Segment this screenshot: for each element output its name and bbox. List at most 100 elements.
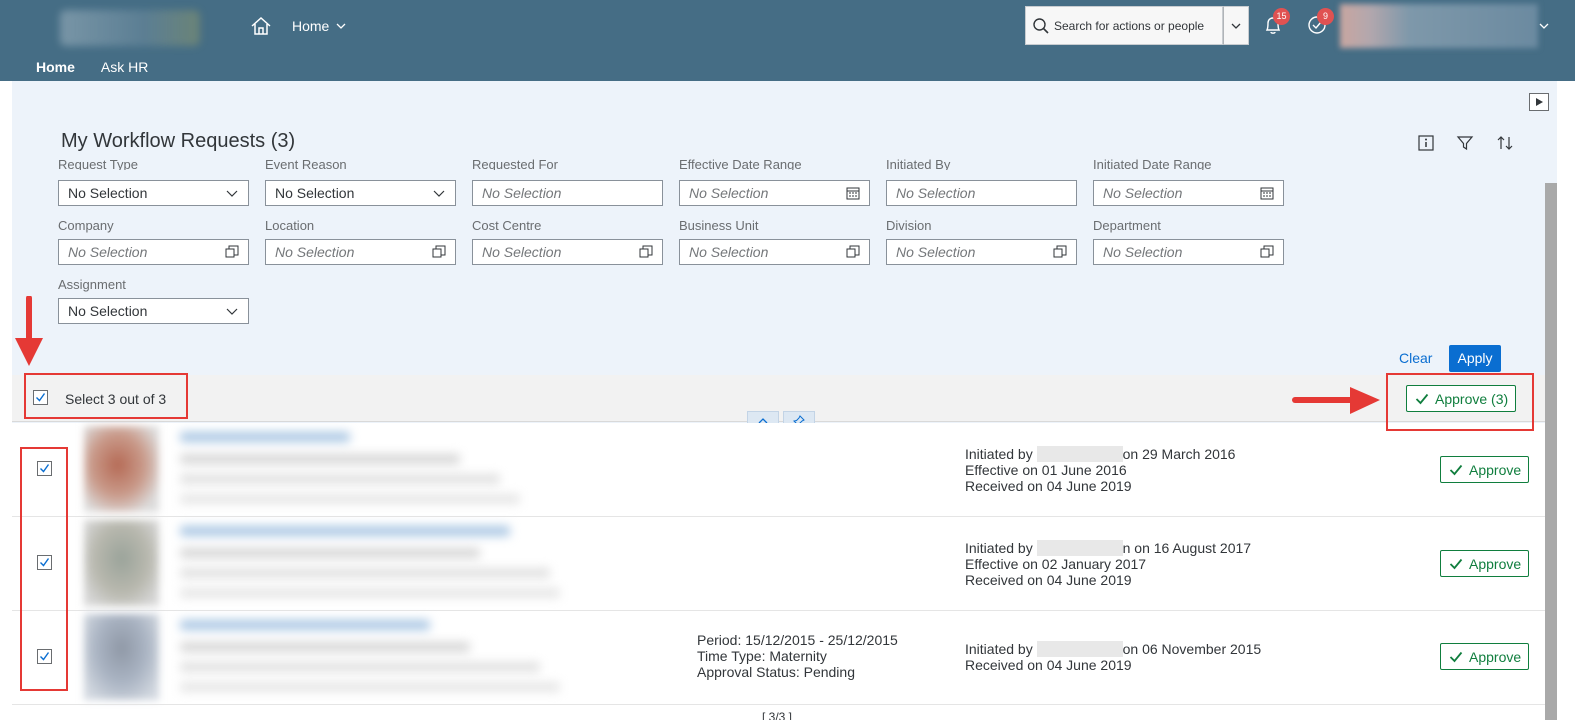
- assignment-value: No Selection: [68, 303, 148, 319]
- apply-button[interactable]: Apply: [1449, 345, 1501, 372]
- label-request-type: Request Type: [58, 157, 138, 170]
- approve-all-button[interactable]: Approve (3): [1406, 385, 1516, 412]
- company-logo[interactable]: [60, 10, 200, 46]
- user-menu[interactable]: [1340, 4, 1538, 48]
- requester-name[interactable]: [180, 620, 430, 630]
- tab-home[interactable]: Home: [36, 59, 75, 75]
- received-date: Received on 04 June 2019: [965, 572, 1132, 588]
- search-input[interactable]: [1054, 18, 1219, 33]
- request-detail: [180, 662, 540, 672]
- approve-label: Approve: [1469, 461, 1522, 478]
- search-field[interactable]: [1025, 6, 1223, 45]
- request-title: [180, 454, 460, 464]
- row-divider: [12, 610, 1545, 611]
- home-icon[interactable]: [250, 15, 272, 37]
- initiated-label: Initiated by: [965, 540, 1033, 556]
- approve-label: Approve: [1469, 555, 1522, 572]
- leave-period: Period: 15/12/2015 - 25/12/2015: [697, 632, 898, 648]
- chevron-down-icon: [226, 308, 238, 315]
- chevron-down-icon: [433, 190, 445, 197]
- shell-bar: [0, 0, 1575, 81]
- company-input[interactable]: No Selection: [58, 239, 249, 265]
- label-requested-for: Requested For: [472, 157, 558, 170]
- request-meta: Initiated by on 29 March 2016 Effective …: [965, 446, 1235, 494]
- avatar: [84, 614, 159, 700]
- filter-icon[interactable]: [1456, 134, 1474, 152]
- tab-ask-hr[interactable]: Ask HR: [101, 59, 148, 75]
- effective-date-range-input[interactable]: No Selection: [679, 180, 870, 206]
- chevron-down-icon: [336, 23, 346, 29]
- request-type-select[interactable]: No Selection: [58, 180, 249, 206]
- initiated-by-input[interactable]: No Selection: [886, 180, 1077, 206]
- search-scope-dropdown[interactable]: [1223, 6, 1249, 45]
- row-checkbox[interactable]: [37, 555, 52, 570]
- value-help-icon[interactable]: [639, 245, 653, 259]
- chevron-down-icon[interactable]: [1538, 20, 1550, 32]
- request-meta: Initiated by on 06 November 2015 Receive…: [965, 641, 1261, 673]
- row-divider: [12, 704, 1545, 705]
- calendar-icon[interactable]: [1260, 186, 1274, 200]
- calendar-icon[interactable]: [846, 186, 860, 200]
- business-unit-input[interactable]: No Selection: [679, 239, 870, 265]
- select-all-checkbox[interactable]: [33, 390, 48, 405]
- value-help-icon[interactable]: [1260, 245, 1274, 259]
- play-icon: [1536, 98, 1543, 106]
- avatar: [84, 520, 159, 606]
- requester-name[interactable]: [180, 432, 350, 442]
- chevron-down-icon: [226, 190, 238, 197]
- effective-date: Effective on 01 June 2016: [965, 462, 1127, 478]
- value-help-icon[interactable]: [225, 245, 239, 259]
- division-input[interactable]: No Selection: [886, 239, 1077, 265]
- effective-date: Effective on 02 January 2017: [965, 556, 1147, 572]
- location-placeholder: No Selection: [275, 244, 355, 260]
- request-detail: [180, 682, 560, 692]
- requester-name[interactable]: [180, 526, 510, 536]
- value-help-icon[interactable]: [1053, 245, 1067, 259]
- requested-for-input[interactable]: No Selection: [472, 180, 663, 206]
- cost-centre-placeholder: No Selection: [482, 244, 562, 260]
- approve-button[interactable]: Approve: [1440, 643, 1529, 670]
- row-checkbox[interactable]: [37, 649, 52, 664]
- redacted-name: [1036, 641, 1123, 657]
- requested-for-placeholder: No Selection: [482, 185, 562, 201]
- check-icon: [1449, 464, 1463, 475]
- vertical-scrollbar[interactable]: [1545, 183, 1557, 720]
- check-icon: [1415, 393, 1429, 404]
- label-business-unit: Business Unit: [679, 218, 759, 233]
- check-icon: [40, 464, 50, 473]
- approve-button[interactable]: Approve: [1440, 456, 1529, 483]
- check-icon: [40, 558, 50, 567]
- assignment-select[interactable]: No Selection: [58, 298, 249, 324]
- cost-centre-input[interactable]: No Selection: [472, 239, 663, 265]
- row-checkbox[interactable]: [37, 461, 52, 476]
- clear-button[interactable]: Clear: [1399, 350, 1432, 366]
- filter-labels-row-1: Request Type Event Reason Requested For …: [0, 155, 1545, 170]
- shell-tabs: Home Ask HR: [36, 59, 148, 75]
- redacted-name: [1036, 446, 1123, 462]
- label-location: Location: [265, 218, 315, 233]
- received-date: Received on 04 June 2019: [965, 657, 1132, 673]
- request-title: [180, 642, 470, 652]
- initiated-date: on 06 November 2015: [1122, 641, 1262, 657]
- event-reason-value: No Selection: [275, 185, 355, 201]
- initiated-date: n on 16 August 2017: [1122, 540, 1252, 556]
- value-help-icon[interactable]: [432, 245, 446, 259]
- request-detail: [180, 494, 520, 504]
- home-menu[interactable]: Home: [292, 18, 347, 34]
- label-company: Company: [58, 218, 114, 233]
- side-panel-toggle[interactable]: [1529, 93, 1549, 111]
- check-icon: [1449, 558, 1463, 569]
- event-reason-select[interactable]: No Selection: [265, 180, 456, 206]
- approve-button[interactable]: Approve: [1440, 550, 1529, 577]
- initiated-date-range-input[interactable]: No Selection: [1093, 180, 1284, 206]
- initiated-label: Initiated by: [965, 641, 1033, 657]
- approve-label: Approve: [1469, 648, 1522, 665]
- chevron-down-icon: [1231, 23, 1241, 29]
- info-icon[interactable]: [1417, 134, 1435, 152]
- location-input[interactable]: No Selection: [265, 239, 456, 265]
- approve-all-label: Approve (3): [1435, 390, 1509, 407]
- sort-icon[interactable]: [1496, 134, 1514, 152]
- department-input[interactable]: No Selection: [1093, 239, 1284, 265]
- request-detail: [180, 568, 550, 578]
- value-help-icon[interactable]: [846, 245, 860, 259]
